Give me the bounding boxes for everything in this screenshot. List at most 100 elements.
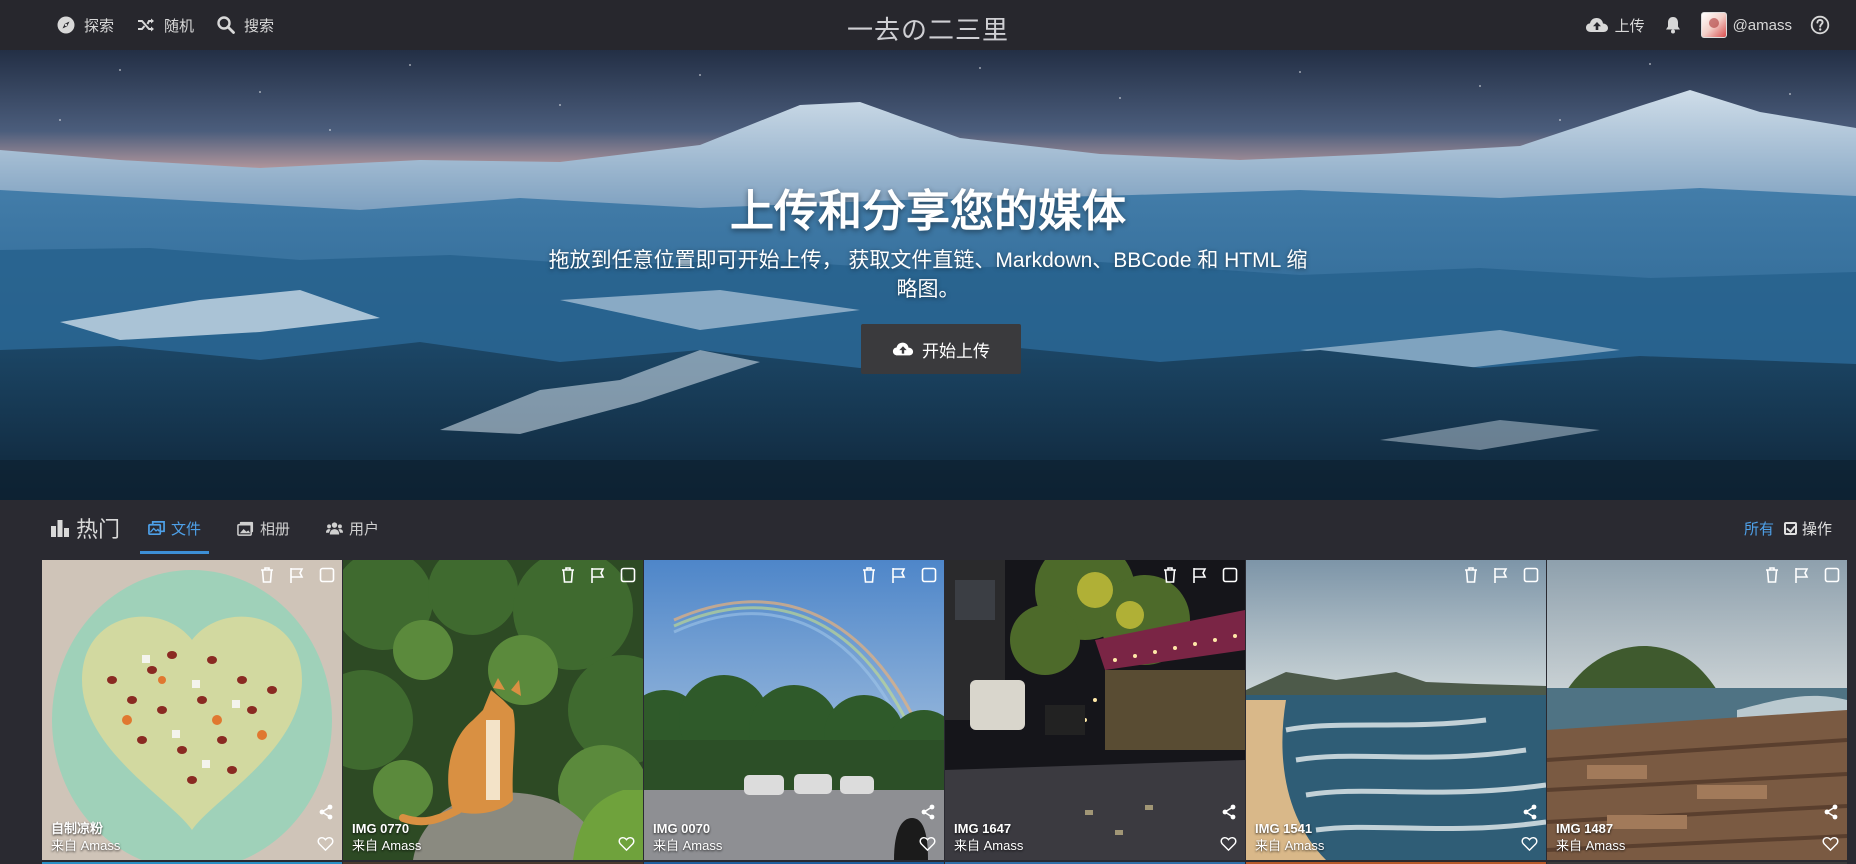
card-caption: IMG 1541 来自 Amass bbox=[1255, 820, 1324, 854]
card-caption: IMG 0770 来自 Amass bbox=[352, 820, 421, 854]
card-author[interactable]: 来自 Amass bbox=[653, 837, 722, 854]
listing-heading: 热门 bbox=[50, 512, 120, 544]
flag-icon[interactable] bbox=[1793, 566, 1811, 584]
tab-albums[interactable]: 相册 bbox=[229, 500, 298, 556]
listing-heading-label: 热门 bbox=[76, 517, 121, 542]
card-title[interactable]: IMG 0070 bbox=[653, 820, 722, 837]
nav-upload-label: 上传 bbox=[1614, 17, 1645, 35]
card-title[interactable]: IMG 1487 bbox=[1556, 820, 1625, 837]
thumbnail-jelly bbox=[42, 560, 342, 860]
select-checkbox-icon[interactable] bbox=[1823, 566, 1841, 584]
share-icon[interactable] bbox=[920, 804, 936, 820]
nav-notifications[interactable] bbox=[1663, 15, 1683, 35]
card-caption: IMG 1487 来自 Amass bbox=[1556, 820, 1625, 854]
card-caption: IMG 0070 来自 Amass bbox=[653, 820, 722, 854]
card-tools bbox=[1161, 566, 1239, 584]
cloud-upload-icon bbox=[892, 342, 914, 356]
thumbnail-rainbow bbox=[644, 560, 944, 860]
nav-help[interactable] bbox=[1810, 15, 1830, 35]
select-checkbox-icon[interactable] bbox=[619, 566, 637, 584]
thumbnail-cat bbox=[343, 560, 643, 860]
card-author[interactable]: 来自 Amass bbox=[51, 837, 120, 854]
bell-icon bbox=[1665, 17, 1680, 34]
nav-right: 上传 @amass bbox=[1585, 0, 1830, 50]
card-caption: IMG 1647 来自 Amass bbox=[954, 820, 1023, 854]
heart-icon[interactable] bbox=[1822, 835, 1839, 852]
card-author[interactable]: 来自 Amass bbox=[1255, 837, 1324, 854]
image-card[interactable]: IMG 1487 来自 Amass bbox=[1547, 560, 1847, 860]
bar-chart-icon bbox=[51, 520, 69, 537]
site-title[interactable]: 一去の二三里 bbox=[0, 10, 1856, 47]
select-checkbox-icon[interactable] bbox=[1522, 566, 1540, 584]
hero-subtitle: 拖放到任意位置即可开始上传， 获取文件直链、Markdown、BBCode 和 … bbox=[548, 249, 1308, 301]
delete-icon[interactable] bbox=[1763, 566, 1781, 584]
image-card[interactable]: IMG 1647 来自 Amass bbox=[945, 560, 1245, 860]
albums-icon bbox=[237, 521, 254, 536]
heart-icon[interactable] bbox=[317, 835, 334, 852]
files-icon bbox=[148, 520, 165, 535]
tab-files-label: 文件 bbox=[171, 520, 202, 538]
card-title[interactable]: 自制凉粉 bbox=[51, 820, 120, 837]
card-tools bbox=[1462, 566, 1540, 584]
heart-icon[interactable] bbox=[1220, 835, 1237, 852]
flag-icon[interactable] bbox=[1191, 566, 1209, 584]
card-caption: 自制凉粉 来自 Amass bbox=[51, 820, 120, 854]
tab-users[interactable]: 用户 bbox=[318, 500, 387, 556]
select-checkbox-icon[interactable] bbox=[1221, 566, 1239, 584]
heart-icon[interactable] bbox=[618, 835, 635, 852]
card-tools bbox=[1763, 566, 1841, 584]
listing-tabs: 热门 文件 相册 用户 bbox=[50, 500, 387, 556]
nav-upload[interactable]: 上传 bbox=[1585, 15, 1645, 36]
tab-users-label: 用户 bbox=[349, 520, 380, 538]
image-card[interactable]: 自制凉粉 来自 Amass bbox=[42, 560, 342, 860]
card-author[interactable]: 来自 Amass bbox=[954, 837, 1023, 854]
thumbnail-cafe bbox=[945, 560, 1245, 860]
heart-icon[interactable] bbox=[1521, 835, 1538, 852]
delete-icon[interactable] bbox=[559, 566, 577, 584]
delete-icon[interactable] bbox=[1161, 566, 1179, 584]
card-title[interactable]: IMG 1647 bbox=[954, 820, 1023, 837]
share-icon[interactable] bbox=[1823, 804, 1839, 820]
card-author[interactable]: 来自 Amass bbox=[352, 837, 421, 854]
select-checkbox-icon[interactable] bbox=[318, 566, 336, 584]
flag-icon[interactable] bbox=[589, 566, 607, 584]
share-icon[interactable] bbox=[318, 804, 334, 820]
card-tools bbox=[860, 566, 938, 584]
image-card[interactable]: IMG 0070 来自 Amass bbox=[644, 560, 944, 860]
users-icon bbox=[326, 521, 344, 534]
tab-files[interactable]: 文件 bbox=[140, 500, 210, 556]
filter-all[interactable]: 所有 bbox=[1744, 518, 1774, 539]
actions-toggle[interactable]: 操作 bbox=[1783, 518, 1832, 539]
start-upload-button[interactable]: 开始上传 bbox=[861, 324, 1021, 374]
select-checkbox-icon[interactable] bbox=[920, 566, 938, 584]
help-icon bbox=[1810, 15, 1830, 35]
hero-banner: 上传和分享您的媒体 拖放到任意位置即可开始上传， 获取文件直链、Markdown… bbox=[0, 50, 1856, 500]
share-icon[interactable] bbox=[1221, 804, 1237, 820]
flag-icon[interactable] bbox=[890, 566, 908, 584]
delete-icon[interactable] bbox=[258, 566, 276, 584]
flag-icon[interactable] bbox=[1492, 566, 1510, 584]
avatar bbox=[1700, 12, 1727, 38]
thumbnail-rocks bbox=[1547, 560, 1847, 860]
delete-icon[interactable] bbox=[860, 566, 878, 584]
card-title[interactable]: IMG 1541 bbox=[1255, 820, 1324, 837]
card-author[interactable]: 来自 Amass bbox=[1556, 837, 1625, 854]
image-grid: 自制凉粉 来自 Amass IMG 0770 来自 Amass IMG 0070… bbox=[42, 560, 1848, 864]
hero-title: 上传和分享您的媒体 bbox=[730, 187, 1126, 236]
top-bar: 探索 随机 搜索 一去の二三里 上传 @amass bbox=[0, 0, 1856, 50]
card-title[interactable]: IMG 0770 bbox=[352, 820, 421, 837]
actions-label: 操作 bbox=[1801, 520, 1832, 538]
card-tools bbox=[559, 566, 637, 584]
heart-icon[interactable] bbox=[919, 835, 936, 852]
checkbox-icon bbox=[1783, 521, 1797, 535]
delete-icon[interactable] bbox=[1462, 566, 1480, 584]
listing-controls: 所有 操作 bbox=[1744, 500, 1832, 556]
flag-icon[interactable] bbox=[288, 566, 306, 584]
image-card[interactable]: IMG 1541 来自 Amass bbox=[1246, 560, 1546, 860]
username: @amass bbox=[1732, 16, 1792, 34]
tab-albums-label: 相册 bbox=[260, 520, 291, 538]
card-tools bbox=[258, 566, 336, 584]
share-icon[interactable] bbox=[1522, 804, 1538, 820]
image-card[interactable]: IMG 0770 来自 Amass bbox=[343, 560, 643, 860]
nav-user[interactable]: @amass bbox=[1700, 12, 1792, 38]
